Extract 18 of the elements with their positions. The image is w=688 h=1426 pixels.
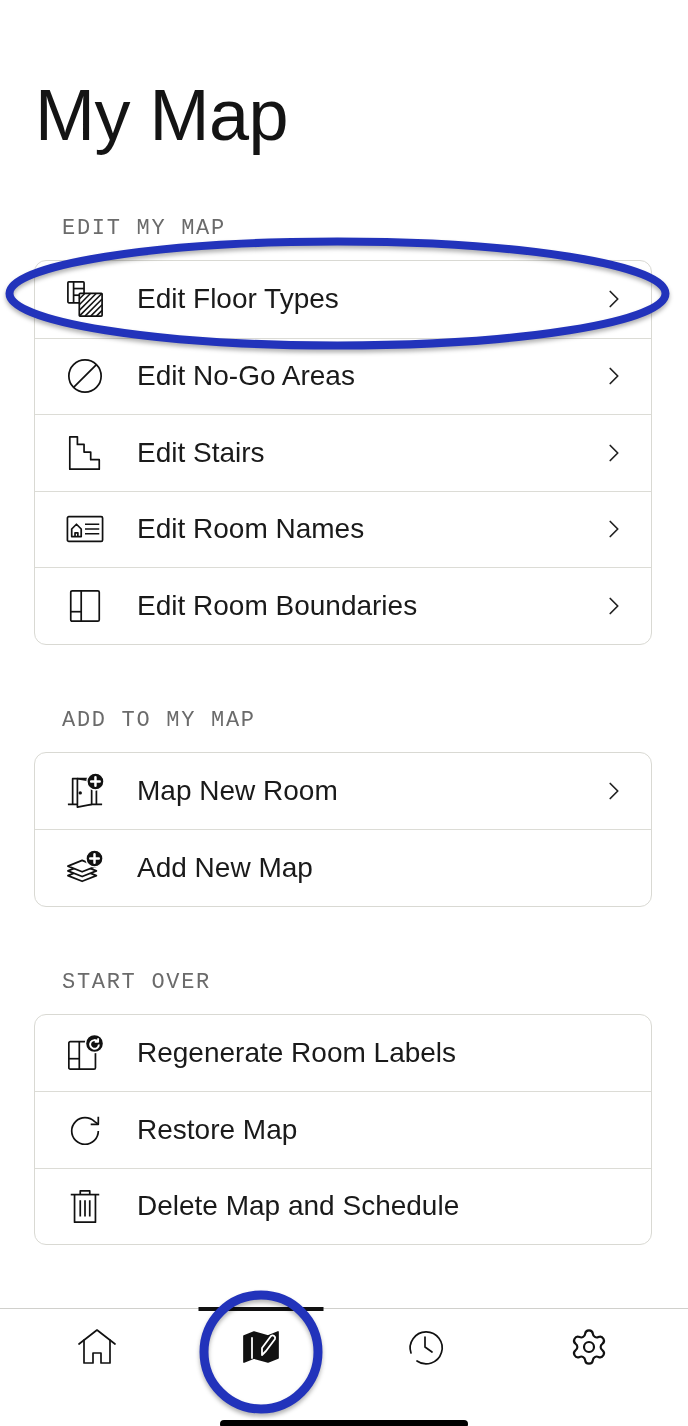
menu-item[interactable]: Edit Stairs — [35, 414, 651, 491]
floor-tiles-icon — [66, 280, 104, 319]
menu-item[interactable]: Edit Room Boundaries — [35, 567, 651, 644]
menu-item[interactable]: Delete Map and Schedule — [35, 1167, 651, 1244]
menu-item[interactable]: Restore Map — [35, 1091, 651, 1168]
prohibited-icon — [66, 357, 104, 396]
menu-item[interactable]: Edit No-Go Areas — [35, 337, 651, 414]
menu-item[interactable]: Regenerate Room Labels — [35, 1014, 651, 1091]
menu-item[interactable]: Add New Map — [35, 829, 651, 906]
menu-item[interactable]: Edit Room Names — [35, 490, 651, 567]
door-plus-icon — [66, 771, 104, 810]
section-header: ADD TO MY MAP — [62, 707, 256, 734]
page-title: My Map — [35, 75, 289, 155]
menu-item[interactable]: Map New Room — [35, 752, 651, 829]
section-header: START OVER — [62, 969, 212, 996]
floor-plan-refresh-icon — [66, 1033, 104, 1072]
home-icon — [77, 1327, 117, 1367]
section-header: EDIT MY MAP — [62, 216, 226, 242]
